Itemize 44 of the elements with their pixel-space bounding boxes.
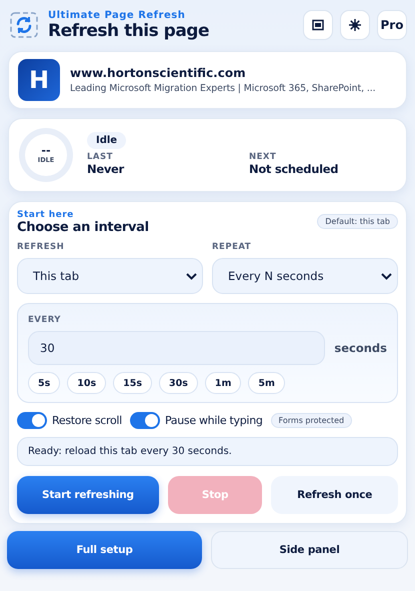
preset-chip[interactable]: 5m (248, 372, 285, 394)
preset-chip[interactable]: 15s (113, 372, 152, 394)
default-badge: Default: this tab (317, 214, 398, 229)
start-button[interactable]: Start refreshing (17, 476, 159, 514)
sun-icon (348, 18, 362, 32)
preset-chip[interactable]: 10s (67, 372, 106, 394)
forms-badge: Forms protected (270, 413, 352, 428)
site-description: Leading Microsoft Migration Experts | Microsoft 365, SharePoint, ... (70, 83, 376, 94)
toggle-label: Pause while typing (164, 414, 263, 427)
chevron-down-icon (381, 272, 392, 280)
status-badge: Idle (87, 132, 126, 149)
ring-value: -- (41, 146, 51, 156)
next-value: Not scheduled (249, 162, 340, 176)
side-panel-button[interactable]: Side panel (211, 531, 408, 569)
repeat-select[interactable]: Every N seconds (212, 258, 398, 294)
last-value: Never (87, 162, 126, 176)
section-eyebrow: Start here (17, 210, 75, 220)
brand-name: Ultimate Page Refresh (48, 10, 186, 20)
last-label: LAST (87, 152, 114, 162)
every-label: EVERY (28, 315, 62, 325)
refresh-once-button[interactable]: Refresh once (271, 476, 398, 514)
toggle-switch[interactable] (130, 412, 160, 429)
pro-button[interactable]: Pro (377, 10, 407, 40)
interval-input[interactable]: 30 (28, 331, 326, 365)
theme-button[interactable] (340, 10, 370, 40)
next-label: NEXT (249, 152, 278, 162)
preset-chip[interactable]: 5s (28, 372, 60, 394)
refresh-label: REFRESH (17, 242, 66, 252)
unit-label: seconds (334, 341, 387, 355)
chevron-down-icon (186, 272, 197, 280)
page-title: Refresh this page (48, 20, 210, 40)
window-icon (312, 19, 324, 31)
section-title: Choose an interval (17, 220, 149, 235)
window-button[interactable] (303, 10, 333, 40)
toggle-switch[interactable] (17, 412, 47, 429)
status-message: Ready: reload this tab every 30 seconds. (17, 437, 398, 466)
preset-chip[interactable]: 1m (204, 372, 242, 394)
toggle-label: Restore scroll (52, 414, 122, 427)
repeat-label: REPEAT (212, 242, 252, 252)
site-favicon: H (18, 59, 60, 101)
refresh-select[interactable]: This tab (17, 258, 203, 294)
preset-chip[interactable]: 30s (159, 372, 198, 394)
site-domain: www.hortonscientific.com (70, 66, 247, 80)
full-setup-button[interactable]: Full setup (7, 531, 202, 569)
